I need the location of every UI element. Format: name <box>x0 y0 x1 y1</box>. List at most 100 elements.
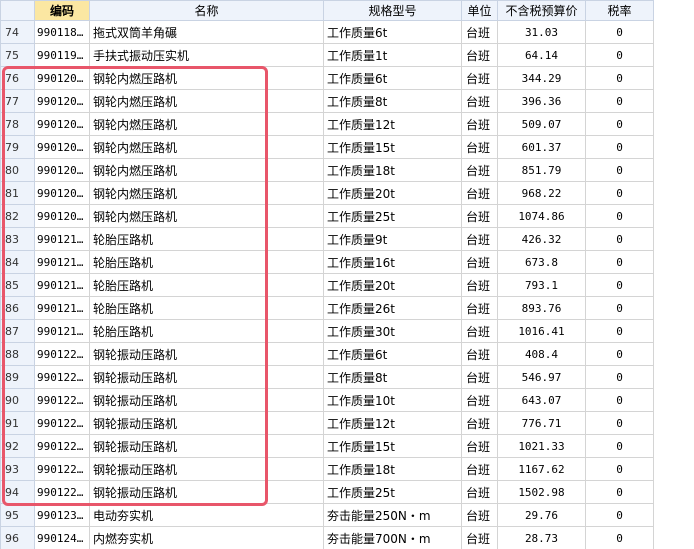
unit-cell[interactable]: 台班 <box>461 526 498 549</box>
table-row[interactable]: 96 990124… 内燃夯实机 夯击能量700N・m 台班 28.73 0 <box>0 526 694 549</box>
tax-rate-cell[interactable]: 0 <box>585 227 654 251</box>
unit-cell[interactable]: 台班 <box>461 43 498 67</box>
code-column-header[interactable]: 编码 <box>34 0 90 21</box>
unit-cell[interactable]: 台班 <box>461 227 498 251</box>
unit-cell[interactable]: 台班 <box>461 181 498 205</box>
spec-cell[interactable]: 工作质量25t <box>323 480 462 504</box>
row-number-cell[interactable]: 92 <box>0 434 35 458</box>
tax-rate-cell[interactable]: 0 <box>585 181 654 205</box>
spec-cell[interactable]: 工作质量26t <box>323 296 462 320</box>
price-cell[interactable]: 31.03 <box>497 20 586 44</box>
name-cell[interactable]: 钢轮内燃压路机 <box>89 204 324 228</box>
price-cell[interactable]: 344.29 <box>497 66 586 90</box>
price-cell[interactable]: 1074.86 <box>497 204 586 228</box>
spec-cell[interactable]: 工作质量18t <box>323 158 462 182</box>
code-cell[interactable]: 990123… <box>34 503 90 527</box>
code-cell[interactable]: 990124… <box>34 526 90 549</box>
row-number-cell[interactable]: 87 <box>0 319 35 343</box>
price-cell[interactable]: 396.36 <box>497 89 586 113</box>
price-cell[interactable]: 776.71 <box>497 411 586 435</box>
unit-cell[interactable]: 台班 <box>461 296 498 320</box>
unit-cell[interactable]: 台班 <box>461 388 498 412</box>
price-cell[interactable]: 28.73 <box>497 526 586 549</box>
tax-rate-cell[interactable]: 0 <box>585 204 654 228</box>
name-cell[interactable]: 钢轮内燃压路机 <box>89 158 324 182</box>
tax-rate-cell[interactable]: 0 <box>585 365 654 389</box>
code-cell[interactable]: 990120… <box>34 181 90 205</box>
spec-cell[interactable]: 工作质量20t <box>323 273 462 297</box>
table-row[interactable]: 74 990118… 拖式双筒羊角碾 工作质量6t 台班 31.03 0 <box>0 20 694 44</box>
table-row[interactable]: 79 990120… 钢轮内燃压路机 工作质量15t 台班 601.37 0 <box>0 135 694 159</box>
row-number-cell[interactable]: 93 <box>0 457 35 481</box>
code-cell[interactable]: 990121… <box>34 273 90 297</box>
code-cell[interactable]: 990122… <box>34 457 90 481</box>
name-cell[interactable]: 钢轮内燃压路机 <box>89 66 324 90</box>
code-cell[interactable]: 990122… <box>34 411 90 435</box>
tax-rate-cell[interactable]: 0 <box>585 135 654 159</box>
table-row[interactable]: 75 990119… 手扶式振动压实机 工作质量1t 台班 64.14 0 <box>0 43 694 67</box>
tax-rate-cell[interactable]: 0 <box>585 66 654 90</box>
spec-cell[interactable]: 夯击能量250N・m <box>323 503 462 527</box>
tax-rate-cell[interactable]: 0 <box>585 20 654 44</box>
row-number-cell[interactable]: 96 <box>0 526 35 549</box>
row-number-cell[interactable]: 95 <box>0 503 35 527</box>
spec-cell[interactable]: 夯击能量700N・m <box>323 526 462 549</box>
table-row[interactable]: 81 990120… 钢轮内燃压路机 工作质量20t 台班 968.22 0 <box>0 181 694 205</box>
code-cell[interactable]: 990120… <box>34 89 90 113</box>
row-number-cell[interactable]: 81 <box>0 181 35 205</box>
tax-rate-cell[interactable]: 0 <box>585 273 654 297</box>
tax-rate-cell[interactable]: 0 <box>585 434 654 458</box>
tax-rate-cell[interactable]: 0 <box>585 503 654 527</box>
table-row[interactable]: 94 990122… 钢轮振动压路机 工作质量25t 台班 1502.98 0 <box>0 480 694 504</box>
row-number-cell[interactable]: 78 <box>0 112 35 136</box>
price-cell[interactable]: 1016.41 <box>497 319 586 343</box>
row-number-cell[interactable]: 79 <box>0 135 35 159</box>
code-cell[interactable]: 990120… <box>34 204 90 228</box>
price-cell[interactable]: 673.8 <box>497 250 586 274</box>
tax-rate-cell[interactable]: 0 <box>585 43 654 67</box>
spec-cell[interactable]: 工作质量15t <box>323 434 462 458</box>
code-cell[interactable]: 990119… <box>34 43 90 67</box>
unit-cell[interactable]: 台班 <box>461 434 498 458</box>
unit-cell[interactable]: 台班 <box>461 135 498 159</box>
table-row[interactable]: 85 990121… 轮胎压路机 工作质量20t 台班 793.1 0 <box>0 273 694 297</box>
row-number-cell[interactable]: 75 <box>0 43 35 67</box>
spec-cell[interactable]: 工作质量6t <box>323 342 462 366</box>
spec-cell[interactable]: 工作质量16t <box>323 250 462 274</box>
price-cell[interactable]: 643.07 <box>497 388 586 412</box>
name-cell[interactable]: 钢轮振动压路机 <box>89 342 324 366</box>
row-number-cell[interactable]: 76 <box>0 66 35 90</box>
row-number-cell[interactable]: 82 <box>0 204 35 228</box>
unit-cell[interactable]: 台班 <box>461 411 498 435</box>
name-cell[interactable]: 轮胎压路机 <box>89 319 324 343</box>
spec-cell[interactable]: 工作质量30t <box>323 319 462 343</box>
tax-rate-column-header[interactable]: 税率 <box>585 0 654 21</box>
tax-rate-cell[interactable]: 0 <box>585 342 654 366</box>
table-row[interactable]: 92 990122… 钢轮振动压路机 工作质量15t 台班 1021.33 0 <box>0 434 694 458</box>
tax-rate-cell[interactable]: 0 <box>585 480 654 504</box>
price-cell[interactable]: 546.97 <box>497 365 586 389</box>
name-cell[interactable]: 轮胎压路机 <box>89 296 324 320</box>
price-cell[interactable]: 64.14 <box>497 43 586 67</box>
table-row[interactable]: 78 990120… 钢轮内燃压路机 工作质量12t 台班 509.07 0 <box>0 112 694 136</box>
tax-rate-cell[interactable]: 0 <box>585 89 654 113</box>
spec-cell[interactable]: 工作质量18t <box>323 457 462 481</box>
name-cell[interactable]: 轮胎压路机 <box>89 273 324 297</box>
table-row[interactable]: 93 990122… 钢轮振动压路机 工作质量18t 台班 1167.62 0 <box>0 457 694 481</box>
table-row[interactable]: 90 990122… 钢轮振动压路机 工作质量10t 台班 643.07 0 <box>0 388 694 412</box>
code-cell[interactable]: 990122… <box>34 434 90 458</box>
code-cell[interactable]: 990121… <box>34 250 90 274</box>
unit-cell[interactable]: 台班 <box>461 89 498 113</box>
table-row[interactable]: 88 990122… 钢轮振动压路机 工作质量6t 台班 408.4 0 <box>0 342 694 366</box>
name-cell[interactable]: 手扶式振动压实机 <box>89 43 324 67</box>
unit-cell[interactable]: 台班 <box>461 112 498 136</box>
spec-cell[interactable]: 工作质量9t <box>323 227 462 251</box>
table-row[interactable]: 76 990120… 钢轮内燃压路机 工作质量6t 台班 344.29 0 <box>0 66 694 90</box>
tax-rate-cell[interactable]: 0 <box>585 250 654 274</box>
row-number-cell[interactable]: 91 <box>0 411 35 435</box>
price-cell[interactable]: 408.4 <box>497 342 586 366</box>
name-cell[interactable]: 钢轮振动压路机 <box>89 480 324 504</box>
name-cell[interactable]: 内燃夯实机 <box>89 526 324 549</box>
code-cell[interactable]: 990121… <box>34 319 90 343</box>
name-cell[interactable]: 钢轮内燃压路机 <box>89 112 324 136</box>
